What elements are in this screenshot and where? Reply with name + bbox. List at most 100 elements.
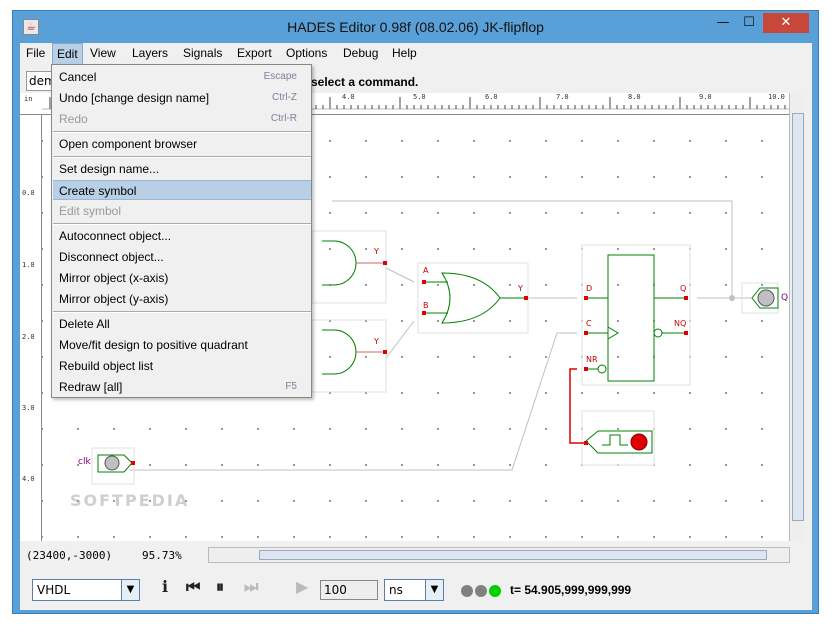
menu-item-mirror-x[interactable]: Mirror object (x-axis): [53, 268, 311, 288]
info-icon[interactable]: i: [162, 577, 168, 596]
menu-view[interactable]: View: [90, 46, 116, 60]
horizontal-scroll-thumb[interactable]: [259, 550, 767, 560]
ff-q-label: Q: [680, 284, 687, 293]
menu-debug[interactable]: Debug: [343, 46, 378, 60]
command-message: select a command.: [311, 75, 419, 89]
sim-mode-select[interactable]: VHDL ▼: [32, 579, 140, 601]
and1-y-label: Y: [374, 247, 379, 256]
clk-input[interactable]: [97, 454, 133, 473]
ff-nr-label: NR: [586, 355, 598, 364]
vertical-ruler: 0.0 1.0 2.0 3.0 4.0: [20, 115, 42, 541]
menu-item-edit-symbol[interactable]: Edit symbol: [53, 201, 311, 221]
ruler-label-4: 4.0: [342, 93, 355, 101]
menu-edit[interactable]: Edit: [52, 43, 83, 65]
menu-item-rebuild-object-list[interactable]: Rebuild object list: [53, 356, 311, 376]
menu-item-disconnect[interactable]: Disconnect object...: [53, 247, 311, 267]
status-indicator-1: [461, 585, 473, 597]
menu-item-label: Delete All: [59, 317, 110, 331]
title-bar[interactable]: ☕ HADES Editor 0.98f (08.02.06) JK-flipf…: [13, 11, 818, 43]
menu-signals[interactable]: Signals: [183, 46, 222, 60]
ruler-label-10: 10.0: [768, 93, 785, 101]
vruler-label-3: 3.0: [22, 404, 35, 412]
ruler-unit: in: [24, 95, 33, 103]
window-title: HADES Editor 0.98f (08.02.06) JK-flipflo…: [287, 19, 544, 35]
ruler-label-9: 9.0: [699, 93, 712, 101]
menu-item-label: Cancel: [59, 70, 97, 84]
menu-export[interactable]: Export: [237, 46, 272, 60]
step-icon[interactable]: ▶: [296, 577, 308, 596]
vertical-scroll-thumb[interactable]: [792, 113, 804, 521]
pause-icon[interactable]: ⏸: [216, 577, 224, 597]
ff-nq-label: NQ: [674, 319, 687, 328]
menu-item-label: Create symbol: [59, 184, 137, 198]
menu-item-delete-all[interactable]: Delete All: [53, 314, 311, 334]
ff-c-label: C: [586, 319, 592, 328]
or-gate[interactable]: [424, 272, 526, 324]
or-a-label: A: [423, 266, 429, 275]
menu-item-redo[interactable]: Redo Ctrl-R: [53, 109, 311, 129]
menu-bar: File Edit View Layers Signals Export Opt…: [20, 43, 812, 65]
menu-item-shortcut: Ctrl-R: [270, 113, 297, 124]
menu-item-move-fit[interactable]: Move/fit design to positive quadrant: [53, 335, 311, 355]
menu-item-label: Mirror object (x-axis): [59, 271, 169, 285]
status-indicator-2: [475, 585, 487, 597]
menu-item-label: Open component browser: [59, 137, 198, 151]
edit-menu: Cancel Escape Undo [change design name] Ct…: [51, 64, 312, 398]
ruler-label-7: 7.0: [556, 93, 569, 101]
chevron-down-icon: ▼: [425, 580, 443, 600]
output-q-label: Q: [781, 293, 789, 303]
cursor-coords: (23400,-3000): [26, 549, 113, 562]
close-button[interactable]: ✕: [763, 13, 809, 33]
menu-item-autoconnect[interactable]: Autoconnect object...: [53, 226, 311, 246]
ff-d-label: D: [586, 284, 593, 293]
menu-file[interactable]: File: [26, 46, 45, 60]
menu-item-label: Redraw [all]: [59, 380, 123, 394]
menu-separator: [53, 156, 311, 158]
menu-layers[interactable]: Layers: [132, 46, 168, 60]
menu-item-open-component-browser[interactable]: Open component browser: [53, 134, 311, 154]
menu-item-cancel[interactable]: Cancel Escape: [53, 67, 311, 87]
status-indicator-3: [489, 585, 501, 597]
simulation-time: t= 54.905,999,999,999: [510, 583, 632, 597]
vruler-label-0: 0.0: [22, 189, 35, 197]
menu-item-label: Move/fit design to positive quadrant: [59, 338, 248, 352]
menu-item-label: Rebuild object list: [59, 359, 154, 373]
sim-mode-value: VHDL: [37, 583, 71, 597]
ruler-label-6: 6.0: [485, 93, 498, 101]
vertical-scrollbar[interactable]: [789, 93, 805, 541]
menu-item-set-design-name[interactable]: Set design name...: [53, 159, 311, 179]
time-unit-select[interactable]: ns ▼: [384, 579, 444, 601]
menu-item-shortcut: Ctrl-Z: [272, 92, 297, 103]
menu-item-create-symbol[interactable]: Create symbol: [53, 180, 311, 200]
menu-item-mirror-y[interactable]: Mirror object (y-axis): [53, 289, 311, 309]
vruler-label-2: 2.0: [22, 333, 35, 341]
menu-item-label: Set design name...: [59, 162, 160, 176]
menu-item-label: Disconnect object...: [59, 250, 164, 264]
rewind-icon[interactable]: ⏮: [186, 577, 200, 597]
d-flipflop[interactable]: [586, 254, 686, 382]
and2-y-label: Y: [374, 337, 379, 346]
fast-forward-icon[interactable]: ⏭: [244, 577, 258, 597]
chevron-down-icon: ▼: [121, 580, 139, 600]
maximize-button[interactable]: ☐: [736, 13, 762, 33]
clk-label: clk: [78, 457, 91, 467]
minimize-button[interactable]: —: [710, 13, 736, 33]
simulation-toolbar: VHDL ▼ i ⏮ ⏸ ⏭ ▶ 100 ns ▼ t= 54.905,999,…: [20, 567, 812, 610]
vruler-label-1: 1.0: [22, 261, 35, 269]
and-gates[interactable]: [322, 240, 384, 375]
horizontal-scrollbar[interactable]: [208, 547, 790, 563]
or-b-label: B: [423, 301, 429, 310]
or-y-label: Y: [518, 284, 523, 293]
menu-separator: [53, 223, 311, 225]
menu-options[interactable]: Options: [286, 46, 327, 60]
zoom-level: 95.73%: [142, 549, 182, 562]
vruler-label-4: 4.0: [22, 475, 35, 483]
watermark-text: SOFTPEDIA: [70, 491, 190, 510]
menu-help[interactable]: Help: [392, 46, 417, 60]
menu-item-label: Undo [change design name]: [59, 91, 210, 105]
menu-item-label: Autoconnect object...: [59, 229, 172, 243]
step-value-field[interactable]: 100: [320, 580, 378, 600]
menu-item-undo[interactable]: Undo [change design name] Ctrl-Z: [53, 88, 311, 108]
menu-item-redraw-all[interactable]: Redraw [all] F5: [53, 377, 311, 397]
menu-item-shortcut: F5: [285, 381, 297, 392]
